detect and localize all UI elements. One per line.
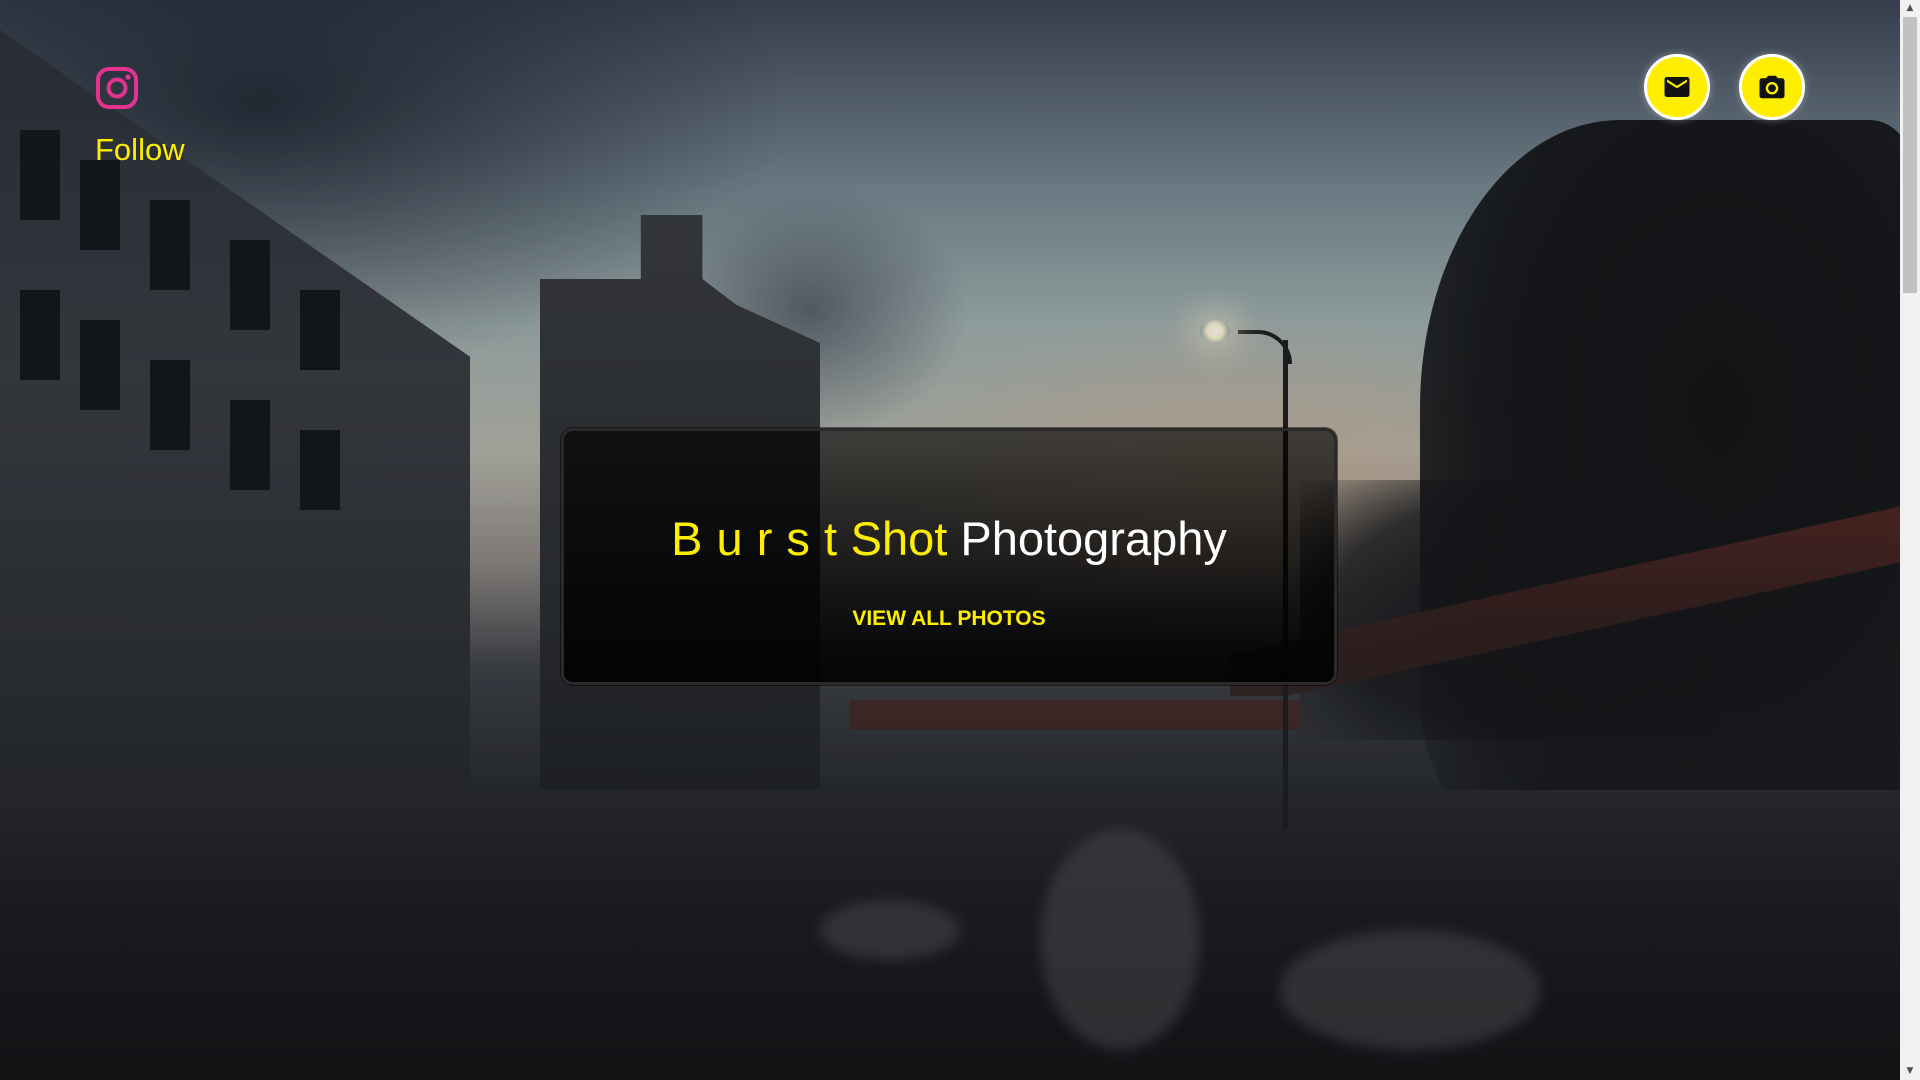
follow-label[interactable]: Follow [95,132,185,168]
hero-card: B u r s t Shot Photography VIEW ALL PHOT… [561,428,1337,685]
title-burst: B u r s t [671,512,838,565]
scrollbar-thumb[interactable] [1903,17,1917,293]
title-photography: Photography [960,512,1227,565]
scroll-up-arrow-icon[interactable]: ▲ [1900,0,1920,17]
mail-icon [1664,77,1690,97]
vertical-scrollbar[interactable]: ▲ ▼ [1900,0,1920,1080]
view-all-photos-button[interactable]: VIEW ALL PHOTOS [844,601,1053,637]
camera-icon [1759,75,1785,99]
page: Follow B u r s t Shot Photography VIEW A… [0,0,1920,1080]
cta-wrapper: VIEW ALL PHOTOS [564,601,1334,637]
camera-button[interactable] [1739,54,1805,120]
site-title: B u r s t Shot Photography [564,512,1334,566]
instagram-follow-link[interactable]: Follow [95,66,185,168]
instagram-icon[interactable] [95,66,139,110]
mail-button[interactable] [1644,54,1710,120]
title-shot: Shot [850,512,948,565]
scroll-down-arrow-icon[interactable]: ▼ [1900,1063,1920,1080]
